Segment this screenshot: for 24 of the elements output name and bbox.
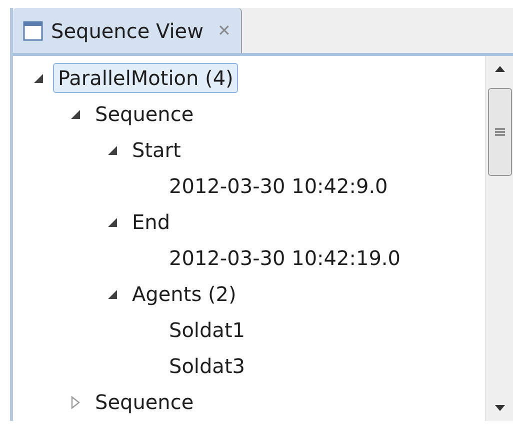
tree-item[interactable]: Agents (2): [127, 279, 242, 309]
collapsed-triangle-icon[interactable]: [70, 396, 80, 408]
scrollbar-thumb[interactable]: [488, 88, 512, 176]
tree-item[interactable]: 2012-03-30 10:42:9.0: [164, 171, 393, 201]
tree-item[interactable]: Soldat3: [164, 351, 250, 381]
scroll-up-icon[interactable]: [494, 66, 504, 72]
vertical-scrollbar[interactable]: [485, 56, 513, 421]
tree-item[interactable]: End: [127, 207, 176, 237]
expanded-triangle-icon[interactable]: [108, 218, 116, 226]
grip-icon: [494, 127, 504, 137]
expanded-triangle-icon[interactable]: [108, 290, 116, 298]
expanded-triangle-icon[interactable]: [70, 110, 80, 118]
tree-item[interactable]: Sequence: [90, 387, 199, 417]
view-tab[interactable]: Sequence View ✕: [13, 8, 242, 53]
tree-item[interactable]: 2012-03-30 10:42:19.0: [164, 243, 406, 273]
tree-item[interactable]: ParallelMotion (4): [53, 63, 238, 93]
window-icon: [23, 20, 43, 40]
scroll-down-icon[interactable]: [494, 405, 504, 411]
tree-item[interactable]: Sequence: [90, 99, 199, 129]
tree-item[interactable]: Start: [127, 135, 186, 165]
tree-item[interactable]: Soldat1: [164, 315, 250, 345]
expanded-triangle-icon[interactable]: [34, 74, 42, 82]
tab-title: Sequence View: [51, 18, 204, 44]
expanded-triangle-icon[interactable]: [108, 146, 116, 154]
